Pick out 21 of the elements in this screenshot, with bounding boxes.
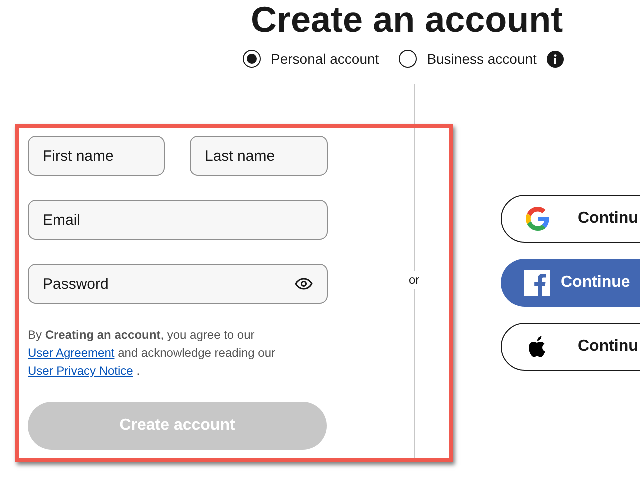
- divider-label: or: [408, 271, 421, 289]
- radio-label[interactable]: Personal account: [271, 48, 380, 70]
- facebook-continue-button[interactable]: Continue: [501, 259, 640, 307]
- apple-logo-icon: [529, 336, 547, 358]
- radio-button[interactable]: [243, 50, 261, 68]
- privacy-notice-link[interactable]: User Privacy Notice: [28, 364, 134, 378]
- google-continue-button[interactable]: Continu: [501, 195, 640, 243]
- radio-label[interactable]: Business account: [427, 48, 537, 70]
- input-field[interactable]: Email: [28, 200, 328, 240]
- google-logo-icon: [526, 207, 550, 231]
- user-agreement-link[interactable]: User Agreement: [28, 346, 115, 360]
- page-title: Create an account: [251, 0, 564, 42]
- input-field[interactable]: First name: [28, 136, 165, 176]
- apple-continue-button[interactable]: Continu: [501, 323, 640, 371]
- info-icon[interactable]: [546, 50, 564, 68]
- terms-text: By Creating an account, you agree to our User Agreement and acknowledge reading our User Privacy Notice .: [28, 327, 277, 380]
- facebook-logo-icon: [524, 270, 550, 296]
- radio-button[interactable]: [399, 50, 418, 68]
- password-field[interactable]: Password: [28, 264, 328, 304]
- eye-icon[interactable]: [295, 278, 313, 290]
- input-field[interactable]: Last name: [190, 136, 328, 176]
